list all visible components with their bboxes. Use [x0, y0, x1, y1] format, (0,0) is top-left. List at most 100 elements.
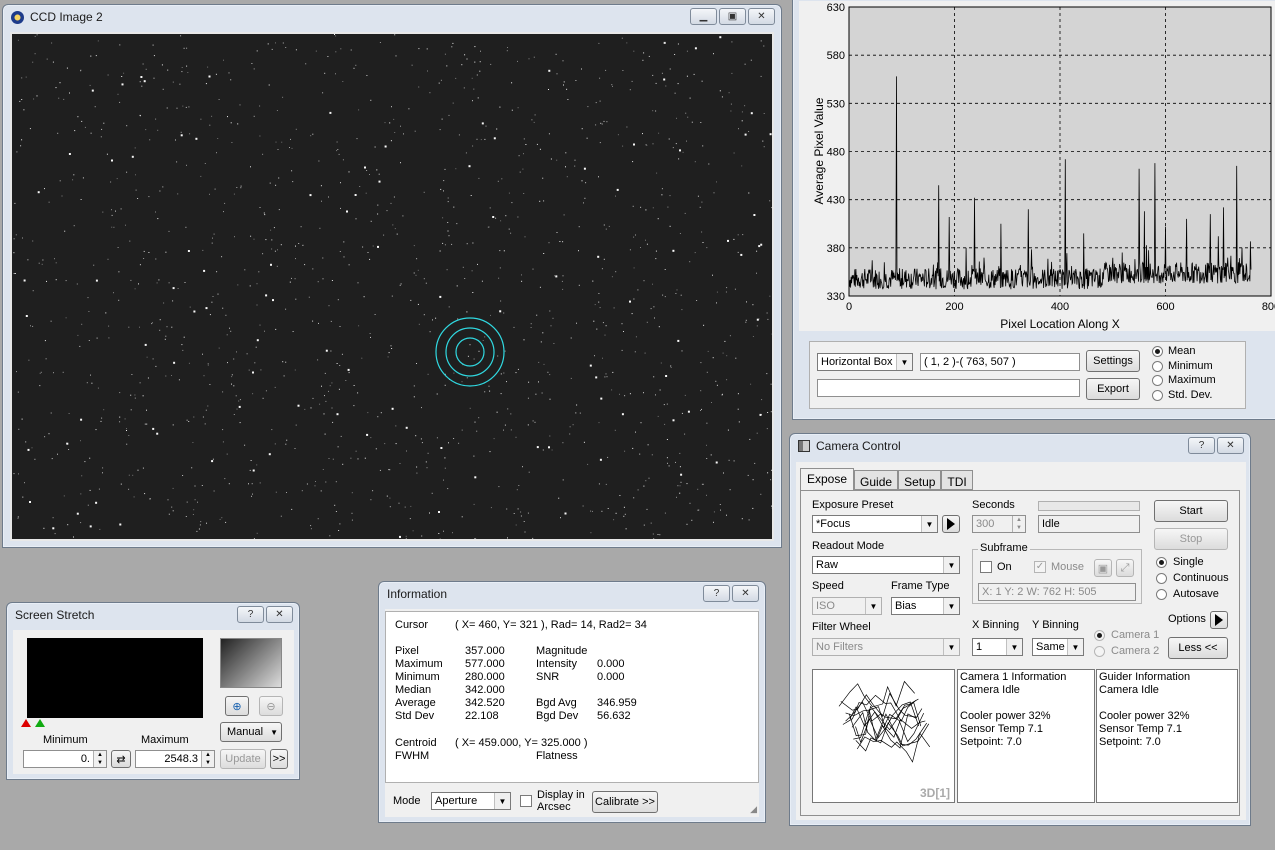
tab-expose[interactable]: Expose	[800, 468, 855, 490]
stat-name: Intensity	[536, 658, 577, 670]
mode-label: Continuous	[1173, 572, 1229, 584]
zoom-out-icon[interactable]: ⊖	[259, 696, 283, 716]
min-marker-icon[interactable]	[21, 719, 31, 727]
camera-control-window[interactable]: Camera Control ? ✕ Expose Guide Setup TDI E…	[789, 433, 1251, 826]
flatness-label: Flatness	[536, 750, 578, 762]
start-button[interactable]: Start	[1154, 500, 1228, 522]
filter-select[interactable]: No Filters ▼	[812, 638, 960, 656]
y-tick-label: 430	[827, 195, 845, 207]
swap-icon[interactable]: ⇄	[111, 750, 131, 768]
profile-coords-field[interactable]: ( 1, 2 )-( 763, 507 )	[920, 353, 1080, 371]
help-button[interactable]: ?	[1188, 437, 1215, 454]
ccd-image-window[interactable]: CCD Image 2 ▁ ▣ ✕	[2, 4, 782, 548]
help-button[interactable]: ?	[703, 585, 730, 602]
info-line	[960, 697, 1092, 710]
mode-radio-continuous[interactable]	[1156, 573, 1167, 584]
calibrate-button[interactable]: Calibrate >>	[592, 791, 658, 813]
stat-value: 342.000	[465, 684, 505, 696]
frame-type-select[interactable]: Bias ▼	[891, 597, 960, 615]
maximize-button[interactable]: ▣	[719, 8, 746, 25]
stat-radio-minimum[interactable]	[1152, 360, 1163, 372]
settings-button[interactable]: Settings	[1086, 350, 1140, 372]
minimum-input[interactable]: 0. ▲ ▼	[23, 750, 107, 768]
line-profile-window[interactable]: 630 580 530 480 430 380 330 0 200 400 600 800 Aver…	[792, 0, 1275, 420]
camera-titlebar[interactable]: Camera Control	[790, 434, 1250, 458]
less-button[interactable]: Less <<	[1168, 637, 1228, 659]
play-icon	[947, 518, 955, 530]
stretch-client: ⊕ ⊖ Manual ▼ Minimum Maximum 0. ▲ ▼ ⇄ 254…	[13, 630, 294, 774]
camera2-radio[interactable]	[1094, 646, 1105, 657]
camera-client: Expose Guide Setup TDI Exposure Preset *Foc…	[796, 462, 1246, 820]
stop-button[interactable]: Stop	[1154, 528, 1228, 550]
resize-grip-icon[interactable]: ◢	[750, 804, 757, 815]
mode-radio-single[interactable]	[1156, 557, 1167, 568]
stat-radio-maximum[interactable]	[1152, 375, 1163, 386]
seconds-input[interactable]: 300 ▲ ▼	[972, 515, 1026, 533]
close-button[interactable]: ✕	[732, 585, 759, 602]
stat-name: Median	[395, 684, 432, 696]
tab-guide[interactable]: Guide	[854, 470, 899, 490]
zoom-in-icon[interactable]: ⊕	[225, 696, 249, 716]
info-line: Setpoint: 7.0	[1099, 736, 1161, 748]
x-binning-select[interactable]: 1 ▼	[972, 638, 1023, 656]
spinner-icon[interactable]: ▲ ▼	[93, 751, 106, 767]
mouse-checkbox[interactable]: ✓	[1034, 561, 1046, 573]
chevron-down-icon: ▼	[270, 727, 278, 737]
display-arcsec-checkbox[interactable]	[520, 795, 532, 807]
window-title: Camera Control	[816, 439, 901, 453]
cursor-label: Cursor	[395, 619, 429, 631]
info-line: Cooler power 32%	[960, 710, 1051, 722]
camera-icon	[798, 440, 810, 452]
options-menu-button[interactable]	[1210, 611, 1228, 629]
mode-select[interactable]: Aperture ▼	[431, 792, 511, 810]
y-tick-label: 380	[827, 243, 845, 255]
info-line: Setpoint: 7.0	[960, 736, 1022, 748]
maximum-input[interactable]: 2548.3 ▲ ▼	[135, 750, 215, 768]
tab-tdi[interactable]: TDI	[941, 470, 973, 490]
stat-value: 56.632	[597, 710, 631, 722]
stat-name: Bgd Dev	[536, 710, 579, 722]
information-window[interactable]: Information ? ✕ Cursor ( X= 460, Y= 321 …	[378, 581, 766, 823]
spinner-icon[interactable]: ▲ ▼	[201, 751, 214, 767]
ccd-image-canvas[interactable]	[10, 32, 774, 541]
star-profile-3d	[838, 680, 931, 763]
help-button[interactable]: ?	[237, 606, 264, 623]
exposure-preset-select[interactable]: *Focus ▼	[812, 515, 938, 533]
readout-mode-select[interactable]: Raw ▼	[812, 556, 960, 574]
camera1-radio[interactable]	[1094, 630, 1105, 641]
subframe-select-icon[interactable]: ▣	[1094, 559, 1112, 577]
chevron-down-icon: ▼	[896, 354, 912, 370]
stat-name: Average	[395, 697, 436, 709]
update-button[interactable]: Update	[220, 749, 266, 769]
filter-wheel-label: Filter Wheel	[812, 621, 871, 633]
camera1-label: Camera 1	[1111, 629, 1160, 641]
close-button[interactable]: ✕	[748, 8, 775, 25]
subframe-full-icon[interactable]: ⤢	[1116, 559, 1134, 577]
close-button[interactable]: ✕	[1217, 437, 1244, 454]
export-button[interactable]: Export	[1086, 378, 1140, 400]
mode-radio-autosave[interactable]	[1156, 589, 1167, 600]
graph-3d-panel[interactable]: 3D[1]	[812, 669, 955, 803]
stat-radio-std-dev-[interactable]	[1152, 389, 1163, 401]
tab-setup[interactable]: Setup	[898, 470, 942, 490]
close-button[interactable]: ✕	[266, 606, 293, 623]
subframe-coords: X: 1 Y: 2 W: 762 H: 505	[978, 583, 1136, 601]
subframe-on-checkbox[interactable]	[980, 561, 992, 573]
profile-type-select[interactable]: Horizontal Box ▼	[817, 353, 913, 371]
y-binning-label: Y Binning	[1032, 619, 1079, 631]
y-binning-select[interactable]: Same ▼	[1032, 638, 1084, 656]
preset-menu-button[interactable]	[942, 515, 960, 533]
profile-empty-field[interactable]	[817, 379, 1080, 397]
speed-select[interactable]: ISO ▼	[812, 597, 882, 615]
info-line: Cooler power 32%	[1099, 710, 1190, 722]
more-button[interactable]: >>	[270, 749, 288, 769]
stretch-mode-button[interactable]: Manual ▼	[220, 722, 282, 742]
stat-value: 342.520	[465, 697, 505, 709]
screen-stretch-window[interactable]: Screen Stretch ? ✕ ⊕ ⊖ Manual ▼ Minimum …	[6, 602, 300, 780]
ccd-titlebar[interactable]: CCD Image 2	[3, 5, 781, 29]
mode-label: Single	[1173, 556, 1204, 568]
max-marker-icon[interactable]	[35, 719, 45, 727]
minimize-button[interactable]: ▁	[690, 8, 717, 25]
stat-radio-mean[interactable]	[1152, 346, 1163, 357]
spinner-icon[interactable]: ▲ ▼	[1012, 516, 1025, 532]
